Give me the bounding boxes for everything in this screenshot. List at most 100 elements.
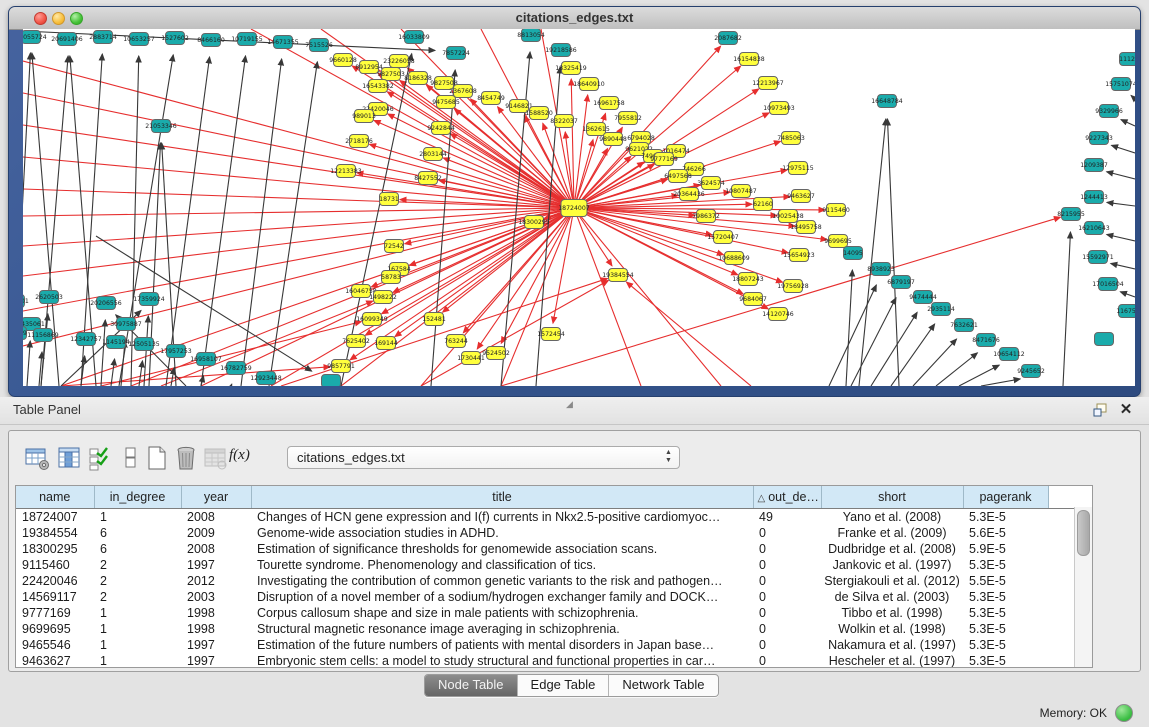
cell-title[interactable]: Disruption of a novel member of a sodium… [251, 589, 753, 605]
table-selector-dropdown[interactable]: citations_edges.txt ▲▼ [287, 446, 680, 469]
cell-year[interactable]: 1997 [181, 637, 251, 653]
column-header-in-degree[interactable]: in_degree [94, 486, 181, 509]
cell-short[interactable]: Jankovic et al. (1997) [821, 557, 963, 573]
cell-title[interactable]: Structural magnetic resonance image aver… [251, 621, 753, 637]
window-titlebar[interactable]: citations_edges.txt [9, 7, 1140, 30]
cell-year[interactable]: 1997 [181, 557, 251, 573]
cell-in-degree[interactable]: 2 [94, 589, 181, 605]
cell-pagerank[interactable]: 5.3E-5 [963, 589, 1048, 605]
cell-name[interactable]: 9463627 [16, 653, 94, 668]
cell-year[interactable]: 1998 [181, 605, 251, 621]
graph-node[interactable] [1095, 333, 1114, 346]
cell-short[interactable]: Nakamura et al. (1997) [821, 637, 963, 653]
minimize-window-icon[interactable] [52, 12, 65, 25]
tab-node-table[interactable]: Node Table [425, 675, 517, 696]
table-row[interactable]: 2242004622012Investigating the contribut… [16, 573, 1077, 589]
cell-short[interactable]: Stergiakouli et al. (2012) [821, 573, 963, 589]
cell-pagerank[interactable]: 5.3E-5 [963, 653, 1048, 668]
cell-pagerank[interactable]: 5.3E-5 [963, 621, 1048, 637]
panel-resize-grip[interactable]: ◢ [566, 400, 578, 408]
column-header-short[interactable]: short [821, 486, 963, 509]
cell-name[interactable]: 9465546 [16, 637, 94, 653]
cell-in-degree[interactable]: 1 [94, 509, 181, 526]
table-row[interactable]: 1830029562008Estimation of significance … [16, 541, 1077, 557]
column-header-pagerank[interactable]: pagerank [963, 486, 1048, 509]
tab-edge-table[interactable]: Edge Table [517, 675, 609, 696]
cell-title[interactable]: Embryonic stem cells: a model to study s… [251, 653, 753, 668]
table-column-icon[interactable] [55, 444, 83, 472]
network-canvas[interactable]: 2405572420691406288371410653257152760284… [23, 29, 1135, 386]
graph-node[interactable] [322, 375, 341, 387]
cell-year[interactable]: 2008 [181, 541, 251, 557]
cell-pagerank[interactable]: 5.3E-5 [963, 557, 1048, 573]
cell-name[interactable]: 19384554 [16, 525, 94, 541]
cell-year[interactable]: 2009 [181, 525, 251, 541]
cell-in-degree[interactable]: 1 [94, 653, 181, 668]
cell-title[interactable]: Investigating the contribution of common… [251, 573, 753, 589]
column-header-title[interactable]: title [251, 486, 753, 509]
delete-table-icon[interactable] [172, 444, 200, 472]
column-header-out-de-[interactable]: △out_de… [753, 486, 821, 509]
table-row[interactable]: 977716911998Corpus callosum shape and si… [16, 605, 1077, 621]
cell-pagerank[interactable]: 5.5E-5 [963, 573, 1048, 589]
scrollbar-thumb[interactable] [1077, 510, 1090, 556]
cell-title[interactable]: Estimation of significance thresholds fo… [251, 541, 753, 557]
cell-short[interactable]: Yano et al. (2008) [821, 509, 963, 526]
table-row[interactable]: 946554611997Estimation of the future num… [16, 637, 1077, 653]
cell-name[interactable]: 18300295 [16, 541, 94, 557]
cell-pagerank[interactable]: 5.3E-5 [963, 509, 1048, 526]
table-settings-icon[interactable] [23, 444, 51, 472]
cell-in-degree[interactable]: 6 [94, 525, 181, 541]
cell-out-de-[interactable]: 0 [753, 525, 821, 541]
cell-title[interactable]: Tourette syndrome. Phenomenology and cla… [251, 557, 753, 573]
column-header-name[interactable]: name [16, 486, 94, 509]
cell-name[interactable]: 14569117 [16, 589, 94, 605]
cell-in-degree[interactable]: 2 [94, 557, 181, 573]
cell-out-de-[interactable]: 0 [753, 637, 821, 653]
cell-name[interactable]: 9699695 [16, 621, 94, 637]
cell-pagerank[interactable]: 5.6E-5 [963, 525, 1048, 541]
cell-pagerank[interactable]: 5.3E-5 [963, 605, 1048, 621]
stacked-cells-icon[interactable] [117, 444, 145, 472]
tab-network-table[interactable]: Network Table [608, 675, 717, 696]
cell-out-de-[interactable]: 0 [753, 589, 821, 605]
cell-in-degree[interactable]: 1 [94, 605, 181, 621]
table-row[interactable]: 946362711997Embryonic stem cells: a mode… [16, 653, 1077, 668]
close-panel-icon[interactable]: ✕ [1117, 401, 1135, 419]
cell-in-degree[interactable]: 1 [94, 621, 181, 637]
table-row[interactable]: 1938455462009Genome-wide association stu… [16, 525, 1077, 541]
cell-title[interactable]: Genome-wide association studies in ADHD. [251, 525, 753, 541]
table-row[interactable]: 1872400712008Changes of HCN gene express… [16, 509, 1077, 526]
select-rows-icon[interactable] [85, 444, 113, 472]
cell-year[interactable]: 2003 [181, 589, 251, 605]
cell-out-de-[interactable]: 0 [753, 557, 821, 573]
table-row[interactable]: 969969511998Structural magnetic resonanc… [16, 621, 1077, 637]
cell-pagerank[interactable]: 5.9E-5 [963, 541, 1048, 557]
close-window-icon[interactable] [34, 12, 47, 25]
column-header-year[interactable]: year [181, 486, 251, 509]
zoom-window-icon[interactable] [70, 12, 83, 25]
cell-in-degree[interactable]: 2 [94, 573, 181, 589]
table-row[interactable]: 1456911722003Disruption of a novel membe… [16, 589, 1077, 605]
float-window-icon[interactable] [1091, 401, 1109, 419]
memory-ok-indicator-icon[interactable] [1115, 704, 1133, 722]
cell-title[interactable]: Corpus callosum shape and size in male p… [251, 605, 753, 621]
cell-year[interactable]: 2008 [181, 509, 251, 526]
cell-in-degree[interactable]: 1 [94, 637, 181, 653]
cell-out-de-[interactable]: 0 [753, 541, 821, 557]
cell-year[interactable]: 1998 [181, 621, 251, 637]
cell-year[interactable]: 1997 [181, 653, 251, 668]
function-builder-icon[interactable]: f(x) [229, 447, 257, 475]
table-row[interactable]: 911546021997Tourette syndrome. Phenomeno… [16, 557, 1077, 573]
cell-year[interactable]: 2012 [181, 573, 251, 589]
cell-name[interactable]: 22420046 [16, 573, 94, 589]
cell-out-de-[interactable]: 0 [753, 653, 821, 668]
cell-short[interactable]: de Silva et al. (2003) [821, 589, 963, 605]
cell-in-degree[interactable]: 6 [94, 541, 181, 557]
cell-out-de-[interactable]: 0 [753, 573, 821, 589]
cell-name[interactable]: 9115460 [16, 557, 94, 573]
cell-short[interactable]: Hescheler et al. (1997) [821, 653, 963, 668]
cell-name[interactable]: 9777169 [16, 605, 94, 621]
cell-name[interactable]: 18724007 [16, 509, 94, 526]
cell-out-de-[interactable]: 49 [753, 509, 821, 526]
